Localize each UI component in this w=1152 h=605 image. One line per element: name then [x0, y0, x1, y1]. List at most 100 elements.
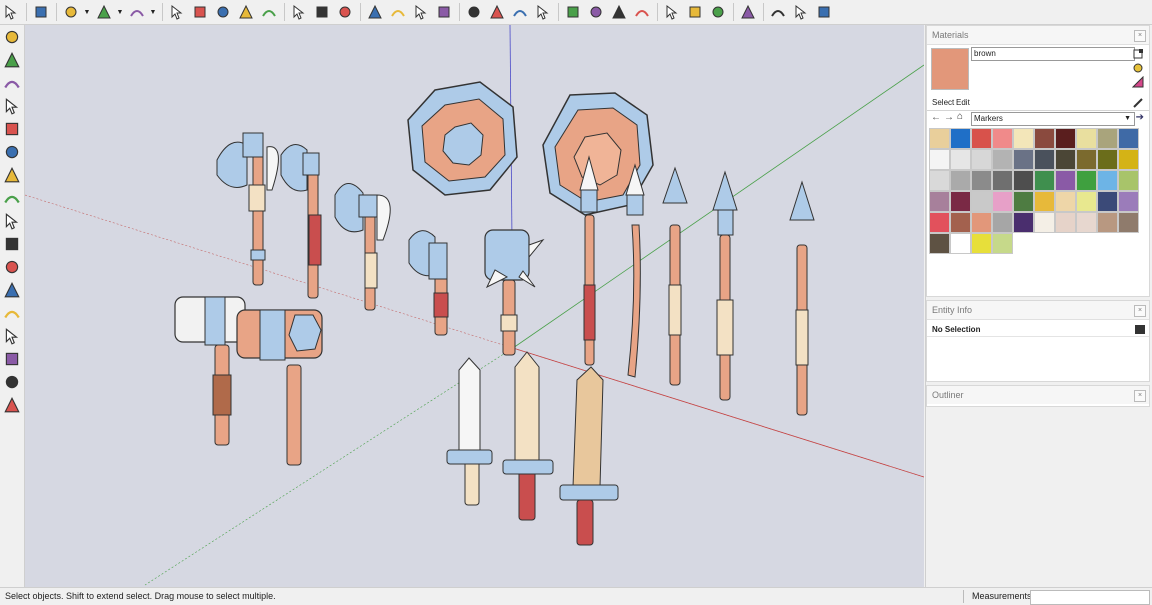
arc-icon[interactable]	[93, 1, 115, 23]
spear-3[interactable]	[662, 166, 688, 386]
material-name-field[interactable]: brown	[971, 47, 1135, 61]
rotate-icon[interactable]	[235, 1, 257, 23]
top-view-icon[interactable]	[790, 1, 812, 23]
material-swatch[interactable]	[992, 149, 1013, 170]
material-swatch[interactable]	[992, 191, 1013, 212]
components-icon[interactable]	[463, 1, 485, 23]
material-swatch[interactable]	[1013, 170, 1034, 191]
solid-tools-icon[interactable]	[532, 1, 554, 23]
material-swatch[interactable]	[950, 149, 971, 170]
sword-3[interactable]	[559, 366, 619, 546]
material-swatch[interactable]	[1055, 212, 1076, 233]
material-swatch[interactable]	[1076, 170, 1097, 191]
material-swatch[interactable]	[971, 170, 992, 191]
material-swatch[interactable]	[1055, 128, 1076, 149]
material-swatch[interactable]	[929, 212, 950, 233]
material-swatch[interactable]	[929, 233, 950, 254]
back-arrow-icon[interactable]: ←	[931, 112, 941, 123]
select-icon[interactable]	[0, 1, 22, 23]
double-axe-3[interactable]	[334, 183, 391, 311]
material-swatch[interactable]	[1013, 128, 1034, 149]
material-swatch[interactable]	[1097, 128, 1118, 149]
zoom-icon[interactable]	[410, 1, 432, 23]
sandbox-icon[interactable]	[562, 1, 584, 23]
material-swatch[interactable]	[1097, 149, 1118, 170]
forward-arrow-icon[interactable]: →	[944, 112, 954, 123]
eraser-icon[interactable]	[30, 1, 52, 23]
dropdown-arrow-icon[interactable]: ▼	[149, 1, 157, 23]
default-material-icon[interactable]	[1132, 76, 1144, 88]
material-swatch[interactable]	[1118, 191, 1139, 212]
iso-view-icon[interactable]	[767, 1, 789, 23]
spiked-mace[interactable]	[484, 229, 545, 356]
material-swatch[interactable]	[950, 191, 971, 212]
materials-close-icon[interactable]: ×	[1134, 30, 1146, 42]
xray-icon[interactable]	[1, 302, 23, 324]
section-plane-icon[interactable]	[334, 1, 356, 23]
extension-warehouse-icon[interactable]	[509, 1, 531, 23]
dropdown-arrow-icon[interactable]: ▼	[116, 1, 124, 23]
material-swatch[interactable]	[1013, 149, 1034, 170]
look-around-icon[interactable]	[1, 279, 23, 301]
material-swatch[interactable]	[971, 233, 992, 254]
material-swatch[interactable]	[992, 128, 1013, 149]
wireframe-icon[interactable]	[1, 394, 23, 416]
tab-edit[interactable]: Edit	[953, 97, 973, 109]
entity-detail-icon[interactable]	[1135, 325, 1145, 334]
material-swatch[interactable]	[1076, 212, 1097, 233]
orbit-icon[interactable]	[364, 1, 386, 23]
eyedropper-icon[interactable]	[1132, 97, 1144, 109]
redo-icon[interactable]	[684, 1, 706, 23]
material-swatch[interactable]	[1034, 149, 1055, 170]
sword-2[interactable]	[502, 351, 554, 521]
material-swatch[interactable]	[950, 170, 971, 191]
paint-bucket-icon[interactable]	[126, 1, 148, 23]
material-swatch[interactable]	[1013, 191, 1034, 212]
material-swatch[interactable]	[1055, 149, 1076, 170]
material-swatch[interactable]	[992, 170, 1013, 191]
spear-4[interactable]	[712, 170, 738, 401]
scale-icon[interactable]	[631, 1, 653, 23]
zoom-extents-icon[interactable]	[433, 1, 455, 23]
material-swatch[interactable]	[929, 191, 950, 212]
material-swatch[interactable]	[1118, 170, 1139, 191]
measurements-field[interactable]	[1030, 590, 1150, 605]
position-camera-icon[interactable]	[1, 256, 23, 278]
material-swatch[interactable]	[1118, 128, 1139, 149]
material-swatch[interactable]	[1013, 212, 1034, 233]
details-arrow-icon[interactable]: ➔	[1136, 112, 1144, 123]
orbit-tool-icon[interactable]	[1, 26, 23, 48]
material-swatch[interactable]	[1097, 212, 1118, 233]
offset-icon[interactable]	[258, 1, 280, 23]
material-swatch[interactable]	[971, 212, 992, 233]
material-swatch[interactable]	[1055, 170, 1076, 191]
material-swatch[interactable]	[971, 191, 992, 212]
move-icon[interactable]	[212, 1, 234, 23]
pan-icon[interactable]	[387, 1, 409, 23]
material-swatch[interactable]	[1034, 128, 1055, 149]
material-swatch[interactable]	[1034, 170, 1055, 191]
material-swatch[interactable]	[929, 128, 950, 149]
curve-icon[interactable]	[737, 1, 759, 23]
outliner-panel[interactable]: Outliner ×	[926, 385, 1150, 407]
flip-icon[interactable]	[608, 1, 630, 23]
material-swatch[interactable]	[1055, 191, 1076, 212]
single-axe[interactable]	[408, 230, 449, 336]
material-swatch[interactable]	[992, 233, 1013, 254]
top-icon[interactable]	[1, 72, 23, 94]
spear-2[interactable]	[625, 163, 645, 378]
right-icon[interactable]	[1, 118, 23, 140]
intersect-icon[interactable]	[585, 1, 607, 23]
war-hammer-2[interactable]	[236, 309, 323, 466]
material-swatch[interactable]	[1118, 149, 1139, 170]
double-axe-2[interactable]	[280, 144, 322, 299]
material-swatch[interactable]	[950, 212, 971, 233]
iso-icon[interactable]	[1, 49, 23, 71]
material-swatch[interactable]	[1034, 212, 1055, 233]
follow-me-icon[interactable]	[189, 1, 211, 23]
material-swatch[interactable]	[950, 233, 971, 254]
material-swatch[interactable]	[1118, 212, 1139, 233]
shaded-icon[interactable]	[1, 325, 23, 347]
material-swatch[interactable]	[929, 170, 950, 191]
material-swatch[interactable]	[1097, 170, 1118, 191]
